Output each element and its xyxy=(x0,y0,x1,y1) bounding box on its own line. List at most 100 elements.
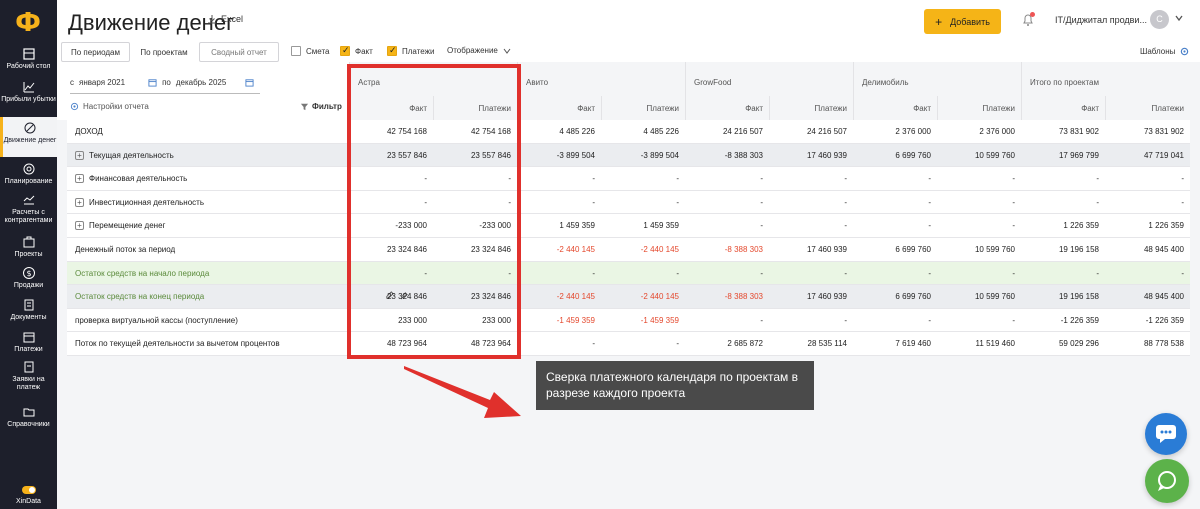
nav-payment-requests[interactable]: Заявки на платеж xyxy=(0,360,57,392)
table-cell: 2 376 000 xyxy=(979,127,1015,136)
col-header-fact: Факт xyxy=(853,96,937,120)
table-cell: - xyxy=(592,339,595,349)
table-row[interactable]: + Текущая деятельность 23 557 846 23 557 84… xyxy=(67,143,1190,168)
table-cell: 17 460 939 xyxy=(806,245,847,254)
table-row[interactable]: Остаток средств на начало периода - - - - - - -… xyxy=(67,261,1190,286)
expand-plus-icon[interactable]: + xyxy=(75,174,84,184)
table-cell: 1 226 359 xyxy=(1063,221,1099,231)
gear-icon xyxy=(70,102,79,111)
nav-documents[interactable]: Документы xyxy=(0,298,57,322)
table-cell: 47 719 041 xyxy=(1143,150,1184,160)
tab-by-periods[interactable]: По периодам xyxy=(61,42,130,62)
calendar-icon[interactable] xyxy=(245,78,254,87)
date-to-value[interactable]: декабрь 2025 xyxy=(176,78,226,87)
payments-icon xyxy=(23,332,34,343)
table-cell: 11 519 460 xyxy=(975,339,1015,349)
checkbox-off[interactable] xyxy=(291,46,301,56)
app-logo[interactable]: Ф xyxy=(10,8,46,38)
settings-label: Настройки отчета xyxy=(83,102,149,111)
xindata-switch[interactable]: XinData xyxy=(0,486,57,505)
nav-payment-requests-label: Заявки на платеж xyxy=(12,376,45,391)
table-cell: -1 226 359 xyxy=(1145,315,1184,325)
table-cell: 19 196 158 xyxy=(1058,245,1099,254)
checkbox-on[interactable] xyxy=(387,45,397,56)
chat-button[interactable] xyxy=(1145,413,1187,455)
display-dropdown[interactable]: Отображение xyxy=(447,46,511,55)
report-settings-button[interactable]: Настройки отчета xyxy=(70,102,149,111)
table-cell: - xyxy=(844,197,847,207)
plus-icon: + xyxy=(935,14,943,29)
project-header-delimobil: Делимобиль xyxy=(853,62,1021,96)
tab-by-projects[interactable]: По проектам xyxy=(133,42,195,62)
filter-icon xyxy=(300,103,309,111)
table-row[interactable]: Денежный поток за период 23 324 846 23 324… xyxy=(67,238,1190,262)
chart-icon xyxy=(23,82,34,93)
table-cell: 59 029 296 xyxy=(1058,339,1099,349)
table-cell: - xyxy=(760,268,763,278)
table-row[interactable]: + Финансовая деятельность - - - - - - - - - - xyxy=(67,167,1190,191)
date-from-value[interactable]: января 2021 xyxy=(79,78,125,87)
templates-button[interactable]: Шаблоны xyxy=(1140,47,1189,56)
table-cell: - xyxy=(676,268,679,278)
table-cell: - xyxy=(760,174,763,184)
chevron-down-icon[interactable] xyxy=(1174,13,1184,23)
settings-icon xyxy=(1181,47,1189,56)
table-cell: 10 599 760 xyxy=(974,292,1015,302)
nav-payments[interactable]: Платежи xyxy=(0,330,57,354)
expand-plus-icon[interactable]: + xyxy=(75,197,84,207)
row-label-text: Финансовая деятельность xyxy=(89,174,188,184)
nav-contractors[interactable]: Расчеты с контрагентами xyxy=(0,193,57,225)
checkbox-on[interactable] xyxy=(340,45,350,56)
row-label-text: Текущая деятельность xyxy=(89,150,174,160)
table-row[interactable]: + Инвестиционная деятельность - - - - - - - - - - xyxy=(67,190,1190,215)
table-row[interactable]: Остаток средств на конец периода 23 324 8… xyxy=(67,285,1190,309)
table-cell: 19 196 158 xyxy=(1058,292,1099,302)
col-header-payments: Платежи xyxy=(601,96,685,120)
highlight-frame xyxy=(347,64,521,359)
avatar[interactable]: C xyxy=(1150,10,1169,29)
notification-dot xyxy=(1030,12,1035,17)
nav-profit-loss[interactable]: Прибыли убытки xyxy=(0,80,57,104)
table-row[interactable]: проверка виртуальной кассы (поступление)… xyxy=(67,308,1190,333)
expand-plus-icon[interactable]: + xyxy=(75,150,84,160)
filter-button[interactable]: Фильтр xyxy=(300,102,342,111)
table-cell: 48 945 400 xyxy=(1143,245,1184,254)
estimate-checkbox[interactable]: Смета xyxy=(291,46,329,56)
nav-planning[interactable]: Планирование xyxy=(0,162,57,186)
expand-plus-icon[interactable]: + xyxy=(75,221,84,231)
nav-contractors-label: Расчеты с контрагентами xyxy=(4,209,53,224)
calendar-icon[interactable] xyxy=(148,78,157,87)
nav-profit-loss-label: Прибыли убытки xyxy=(1,96,56,103)
fact-checkbox[interactable]: Факт xyxy=(340,45,373,56)
row-label: + Финансовая деятельность xyxy=(75,174,188,184)
toggle-icon[interactable] xyxy=(21,486,36,494)
summary-report-button[interactable]: Сводный отчет xyxy=(199,42,279,62)
table-cell: - xyxy=(676,174,679,184)
table-row[interactable]: ДОХОД 42 754 168 42 754 168 4 485 226 4 485 … xyxy=(67,120,1190,144)
company-name[interactable]: IT/Диджитал продви... xyxy=(1055,15,1147,25)
table-row[interactable]: Поток по текущей деятельности за вычетом… xyxy=(67,332,1190,356)
project-header-avito: Авито xyxy=(517,62,685,96)
table-cell: 6 699 760 xyxy=(895,245,931,254)
dollar-icon: $ xyxy=(22,267,35,279)
nav-sales[interactable]: $ Продажи xyxy=(0,266,57,290)
payments-checkbox[interactable]: Платежи xyxy=(387,45,434,56)
table-row[interactable]: + Перемещение денег -233 000 -233 000 1 459 … xyxy=(67,214,1190,238)
project-header-total: Итого по проектам xyxy=(1021,62,1190,96)
add-button[interactable]: + Добавить xyxy=(924,9,1001,34)
documents-icon xyxy=(24,299,33,311)
nav-money-flow[interactable]: Движение денег xyxy=(0,117,57,157)
table-cell: 28 535 114 xyxy=(807,339,847,349)
estimate-label: Смета xyxy=(306,46,330,56)
table-cell: 7 619 460 xyxy=(895,339,931,349)
row-label: проверка виртуальной кассы (поступление) xyxy=(75,316,238,325)
nav-desktop[interactable]: Рабочий стол xyxy=(0,47,57,71)
table-cell: - xyxy=(760,315,763,325)
nav-documents-label: Документы xyxy=(10,314,47,321)
nav-directories[interactable]: Справочники xyxy=(0,405,57,429)
whatsapp-button[interactable] xyxy=(1145,459,1189,503)
table-cell: -1 459 359 xyxy=(640,315,679,325)
row-label: ДОХОД xyxy=(75,127,103,136)
nav-projects[interactable]: Проекты xyxy=(0,235,57,259)
excel-export-button[interactable]: Excel xyxy=(207,14,243,24)
